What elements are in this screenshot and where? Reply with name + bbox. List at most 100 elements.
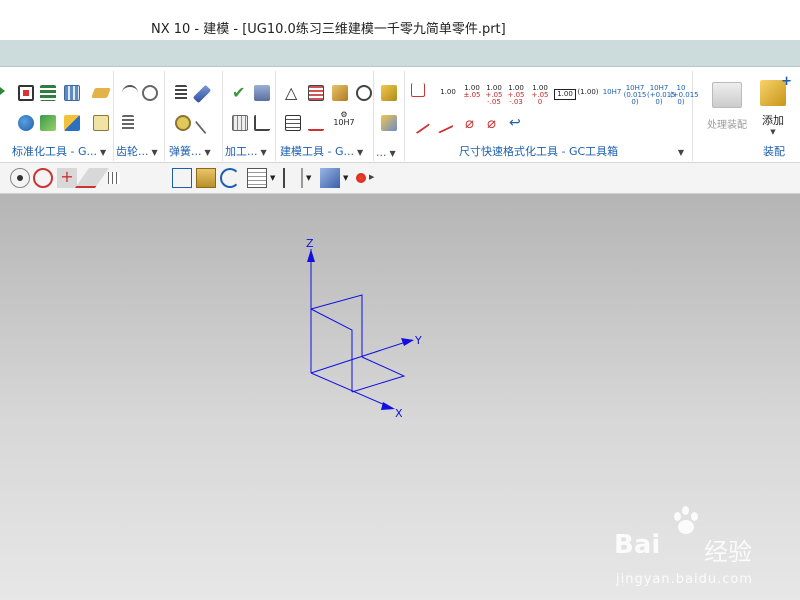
- zoom-icon[interactable]: [196, 168, 216, 188]
- angle-icon[interactable]: [254, 115, 270, 131]
- assembly-link-icon[interactable]: [356, 85, 372, 101]
- machine-icon[interactable]: [254, 85, 270, 101]
- chevron-down-icon[interactable]: ▼: [270, 174, 275, 182]
- tolerance-icon[interactable]: ⚙ 10H7: [332, 111, 356, 127]
- point-snap-icon[interactable]: [10, 168, 30, 188]
- sketch-line-icon[interactable]: [74, 168, 110, 188]
- process-assembly-label: 处理装配: [707, 120, 747, 131]
- report-icon[interactable]: [93, 115, 109, 131]
- ribbon-group-misc: ... ▼: [374, 71, 405, 161]
- undo-icon[interactable]: ↩: [509, 115, 525, 131]
- ribbon: 标准化工具 - G... ▼ 齿轮... ▼ 弹簧... ▼ ✔ 加工... ▼ △ ⚙…: [0, 67, 800, 163]
- add-component-button[interactable]: + 添加 ▼: [753, 74, 793, 136]
- xz-plane: [310, 308, 353, 392]
- ribbon-group-label[interactable]: 弹簧... ▼: [169, 143, 222, 159]
- menu-bar: [0, 40, 800, 67]
- z-arrow-icon: [307, 249, 315, 262]
- check-icon[interactable]: ✔: [232, 85, 248, 101]
- z-axis-label: Z: [306, 237, 314, 250]
- ribbon-group-label[interactable]: ... ▼: [376, 146, 404, 159]
- gear-curve-icon[interactable]: [122, 85, 138, 101]
- leader-text-icon[interactable]: [432, 112, 454, 134]
- process-assembly-button[interactable]: 处理装配: [701, 76, 753, 131]
- ribbon-group-label[interactable]: 建模工具 - G... ▼: [280, 143, 373, 159]
- dim-format-btn-9[interactable]: 10H7 (0.015 0): [623, 85, 647, 106]
- diameter-icon[interactable]: ⌀: [465, 115, 481, 131]
- tolerance-label: 10H7: [333, 118, 355, 127]
- dim-format-btn-8[interactable]: 10H7: [601, 89, 623, 96]
- dim-format-btn-3[interactable]: 1.00 +.05 -.05: [483, 85, 505, 106]
- coil-icon[interactable]: [175, 115, 191, 131]
- gear-list-icon[interactable]: [122, 115, 134, 131]
- ribbon-group-gear: 齿轮... ▼: [114, 71, 165, 161]
- dim-format-btn-10[interactable]: 10H7 (+0.015 0): [647, 85, 676, 106]
- ribbon-group-dimension-format: 1.00 1.00 ±.05 1.00 +.05 -.05 1.00 +.05 -.03 …: [405, 71, 699, 161]
- spring-delete-icon[interactable]: [194, 111, 218, 135]
- yz-plane: [310, 294, 363, 357]
- diameter-alt-icon[interactable]: ⌀: [487, 115, 503, 131]
- table-icon[interactable]: [64, 85, 80, 101]
- center-snap-icon[interactable]: [33, 168, 53, 188]
- section-view-icon[interactable]: [283, 168, 303, 188]
- window-title: NX 10 - 建模 - [UG10.0练习三维建模一千零九简单零件.prt]: [151, 22, 506, 37]
- chevron-down-icon[interactable]: ▼: [306, 174, 311, 182]
- part-link-icon[interactable]: [332, 85, 348, 101]
- ribbon-group-label[interactable]: 尺寸快速格式化工具 - GC工具箱: [459, 143, 692, 159]
- crosshair-icon[interactable]: +: [57, 168, 77, 188]
- ribbon-group-standard-tools: 标准化工具 - G... ▼: [0, 71, 114, 161]
- ribbon-group-label[interactable]: 齿轮... ▼: [116, 143, 164, 159]
- ribbon-group-label: 装配: [763, 145, 785, 158]
- ribbon-group-modeling-tools: △ ⚙ 10H7 建模工具 - G... ▼: [276, 71, 374, 161]
- dimension-icon[interactable]: [411, 83, 425, 97]
- x-axis-label: X: [395, 407, 403, 420]
- baidu-paw-icon: [672, 506, 702, 536]
- triangle-icon[interactable]: △: [285, 85, 301, 101]
- ribbon-group-machining: ✔ 加工... ▼: [223, 71, 276, 161]
- fit-view-icon[interactable]: [172, 168, 192, 188]
- y-arrow-icon: [401, 338, 414, 346]
- arrow-icon[interactable]: [0, 87, 5, 95]
- shaded-cube-icon[interactable]: [320, 168, 340, 188]
- chevron-down-icon[interactable]: ▼: [678, 148, 684, 157]
- measure-icon[interactable]: [308, 115, 324, 131]
- grid-icon[interactable]: [232, 115, 248, 131]
- leader-icon[interactable]: [407, 111, 431, 135]
- pencil-tool-icon[interactable]: [91, 88, 111, 98]
- dim-format-btn-11[interactable]: 10 (+0.015 0): [670, 85, 699, 106]
- spreadsheet-icon[interactable]: [308, 85, 324, 101]
- document-icon[interactable]: [285, 115, 301, 131]
- boxes-icon[interactable]: [381, 85, 397, 101]
- dim-format-btn-2[interactable]: 1.00 ±.05: [461, 85, 483, 99]
- boxes-edit-icon[interactable]: [381, 115, 397, 131]
- fold-icon[interactable]: [64, 115, 80, 131]
- dim-format-btn-6[interactable]: 1.00: [554, 89, 576, 100]
- move-icon[interactable]: [18, 115, 34, 131]
- chevron-down-icon[interactable]: ▼: [753, 128, 793, 136]
- y-axis-label: Y: [414, 334, 422, 347]
- dim-format-btn-5[interactable]: 1.00 +.05 0: [529, 85, 551, 106]
- add-component-label: 添加: [762, 114, 784, 127]
- gear-cut-icon[interactable]: [142, 85, 158, 101]
- render-style-icon[interactable]: [247, 168, 267, 188]
- spring-edit-icon[interactable]: [192, 84, 212, 104]
- xy-plane: [351, 356, 406, 393]
- ribbon-group-label[interactable]: 加工... ▼: [225, 143, 275, 159]
- ribbon-group-label[interactable]: 标准化工具 - G... ▼: [12, 143, 113, 159]
- color-icon[interactable]: [356, 173, 366, 183]
- node-edit-icon[interactable]: [18, 85, 34, 101]
- chevron-right-icon[interactable]: ▶: [369, 173, 374, 181]
- dim-format-btn-7[interactable]: (1.00): [577, 89, 599, 96]
- chevron-down-icon[interactable]: ▼: [343, 174, 348, 182]
- watermark-suffix: 经验: [704, 538, 752, 566]
- rotate-icon[interactable]: [220, 168, 240, 188]
- datum-planes: [307, 249, 414, 410]
- dim-format-btn-4[interactable]: 1.00 +.05 -.03: [505, 85, 527, 106]
- graphics-viewport[interactable]: Z Y X Bai 经验 jingyan.baidu.com: [0, 194, 800, 600]
- assembly-box-icon: [712, 82, 742, 108]
- dim-format-btn-1[interactable]: 1.00: [438, 89, 458, 96]
- grid-snap-icon[interactable]: [108, 172, 120, 184]
- layers-icon[interactable]: [40, 85, 56, 101]
- watermark-brand: Bai: [614, 530, 661, 560]
- spring-icon[interactable]: [175, 85, 187, 101]
- tool-green-icon[interactable]: [40, 115, 56, 131]
